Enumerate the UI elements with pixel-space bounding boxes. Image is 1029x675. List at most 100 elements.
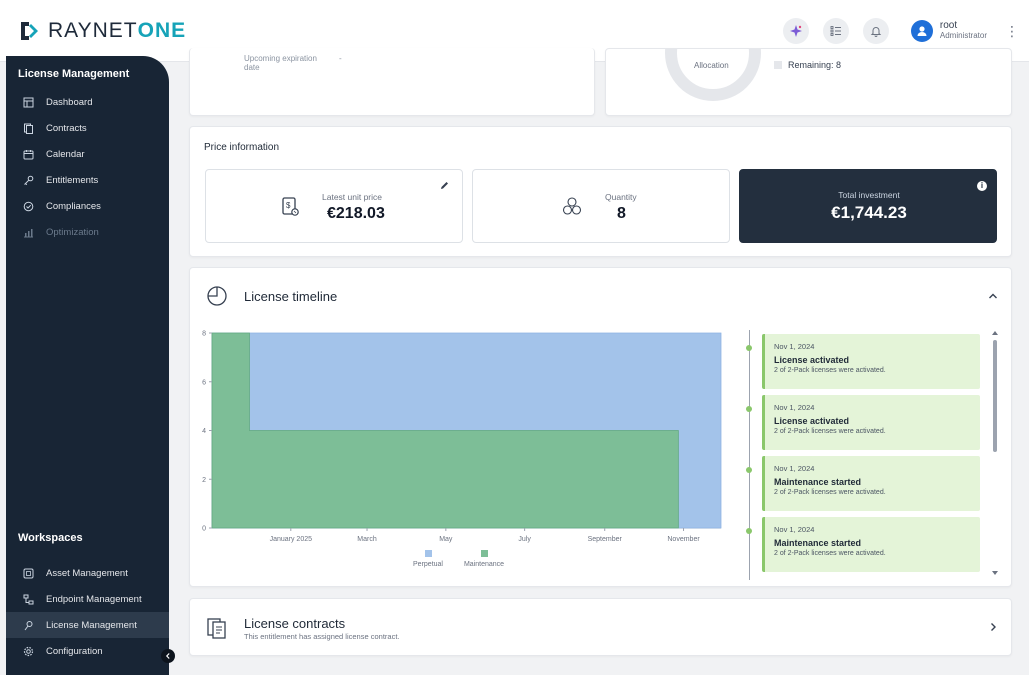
- timeline-axis-line: [749, 330, 750, 580]
- license-timeline-card: License timeline 0 2 4 6 8 January 2025 March…: [189, 267, 1012, 587]
- contracts-icon: [22, 122, 34, 134]
- timeline-event[interactable]: Nov 1, 2024 License activated 2 of 2-Pac…: [762, 334, 980, 389]
- timeline-event[interactable]: Nov 1, 2024 License activated 2 of 2-Pac…: [762, 395, 980, 450]
- contracts-document-icon: [207, 618, 226, 639]
- license-contracts-card[interactable]: License contracts This entitlement has a…: [189, 598, 1012, 656]
- y-tick-label: 6: [202, 379, 206, 386]
- key-icon: [22, 174, 34, 186]
- timeline-event[interactable]: Nov 1, 2024 Maintenance started 2 of 2-P…: [762, 517, 980, 572]
- collapse-sidebar-button[interactable]: [161, 649, 175, 663]
- workspace-license-management[interactable]: License Management: [6, 612, 169, 638]
- expiration-card: Upcoming expiration date -: [189, 48, 595, 116]
- user-role: Administrator: [939, 31, 987, 40]
- y-tick-label: 0: [202, 526, 206, 533]
- sidebar-item-optimization: Optimization: [6, 219, 169, 245]
- remaining-label: Remaining: 8: [788, 60, 842, 70]
- chevron-up-icon[interactable]: [987, 290, 999, 302]
- unit-price-box: $ Latest unit price €218.03: [205, 169, 463, 243]
- raynet-logo-icon: [21, 21, 38, 40]
- timeline-event[interactable]: Nov 1, 2024 Maintenance started 2 of 2-P…: [762, 456, 980, 511]
- timeline-scrollbar[interactable]: [990, 330, 1000, 578]
- y-tick-label: 8: [202, 331, 206, 338]
- workspace-configuration[interactable]: Configuration: [6, 638, 169, 664]
- sparkle-icon: [789, 25, 802, 37]
- total-investment-value: €1,744.23: [831, 203, 907, 222]
- allocation-label: Allocation: [694, 61, 729, 70]
- timeline-dot: [746, 406, 752, 412]
- sidebar-item-calendar[interactable]: Calendar: [6, 141, 169, 167]
- svg-text:$: $: [286, 201, 291, 210]
- sidebar: License Management Dashboard Contracts C…: [6, 56, 175, 675]
- endpoint-icon: [22, 593, 34, 605]
- license-contracts-subtitle: This entitlement has assigned license co…: [244, 632, 400, 641]
- user-name: root: [939, 20, 958, 31]
- chevron-left-icon: [165, 653, 170, 659]
- unit-price-label: Latest unit price: [322, 192, 383, 202]
- expiration-value: -: [339, 54, 342, 63]
- total-investment-box: Total investment €1,744.23 i: [739, 169, 997, 243]
- license-timeline-chart: 0 2 4 6 8 January 2025 March May July September N…: [202, 331, 722, 568]
- legend-label-perpetual: Perpetual: [413, 561, 443, 568]
- bell-icon: [870, 27, 882, 37]
- workspace-endpoint-management[interactable]: Endpoint Management: [6, 586, 169, 612]
- sidebar-item-compliances[interactable]: Compliances: [6, 193, 169, 219]
- workspaces-title: Workspaces: [18, 532, 83, 544]
- sidebar-item-dashboard[interactable]: Dashboard: [6, 89, 169, 115]
- timeline-dot: [746, 345, 752, 351]
- sidebar-section-title: License Management: [18, 68, 130, 80]
- x-tick-label: January 2025: [270, 536, 313, 543]
- x-tick-label: July: [518, 536, 531, 543]
- edit-pencil-icon[interactable]: [439, 180, 450, 191]
- price-information-card: Price information $ Latest unit price €2…: [189, 126, 1012, 257]
- x-tick-label: September: [588, 536, 623, 543]
- license-timeline-title: License timeline: [244, 289, 338, 304]
- license-contracts-title: License contracts: [244, 616, 346, 631]
- legend-swatch-perpetual: [425, 550, 432, 557]
- unit-price-value: €218.03: [327, 205, 385, 222]
- sidebar-item-entitlements[interactable]: Entitlements: [6, 167, 169, 193]
- chevron-right-icon[interactable]: [987, 621, 999, 633]
- quantity-box: Quantity 8: [472, 169, 730, 243]
- x-tick-label: May: [439, 536, 453, 543]
- list-icon: [830, 26, 841, 36]
- user-icon: [917, 26, 927, 36]
- quantity-value: 8: [617, 205, 626, 222]
- legend-swatch-maintenance: [481, 550, 488, 557]
- quantity-coins-icon: [562, 197, 582, 215]
- scroll-up-arrow-icon[interactable]: [991, 330, 999, 336]
- calendar-icon: [22, 148, 34, 160]
- compliance-shield-icon: [22, 200, 34, 212]
- legend-label-maintenance: Maintenance: [464, 561, 504, 568]
- timeline-dot: [746, 528, 752, 534]
- allocation-card: Allocation Remaining: 8: [605, 48, 1012, 116]
- task-list-button[interactable]: [822, 18, 849, 44]
- sidebar-item-contracts[interactable]: Contracts: [6, 115, 169, 141]
- info-icon[interactable]: i: [977, 181, 987, 191]
- y-tick-label: 2: [202, 477, 206, 484]
- avatar: [910, 20, 933, 42]
- x-tick-label: November: [667, 536, 700, 543]
- quantity-label: Quantity: [605, 192, 637, 202]
- asset-icon: [22, 567, 34, 579]
- total-investment-label: Total investment: [838, 190, 900, 200]
- price-information-title: Price information: [204, 142, 280, 153]
- ai-sparkle-button[interactable]: [782, 18, 809, 44]
- timeline-events-list[interactable]: Nov 1, 2024 License activated 2 of 2-Pac…: [746, 330, 991, 580]
- allocation-donut: [665, 49, 761, 101]
- x-tick-label: March: [357, 536, 377, 543]
- logo-text: RAYNETONE: [48, 18, 187, 42]
- timeline-dot: [746, 467, 752, 473]
- scrollbar-thumb[interactable]: [993, 340, 997, 452]
- price-document-icon: $: [282, 197, 299, 216]
- remaining-legend-swatch: [774, 61, 782, 69]
- timeline-clock-icon: [207, 286, 227, 306]
- scroll-down-arrow-icon[interactable]: [991, 570, 999, 576]
- expiration-label: Upcoming expiration date: [244, 54, 317, 72]
- notifications-button[interactable]: [862, 18, 889, 44]
- license-icon: [22, 619, 34, 631]
- logo[interactable]: RAYNETONE: [18, 19, 186, 43]
- gear-icon: [22, 645, 34, 657]
- user-menu[interactable]: root Administrator: [910, 20, 987, 42]
- workspace-asset-management[interactable]: Asset Management: [6, 560, 169, 586]
- more-options-icon[interactable]: ⋮: [1005, 23, 1019, 40]
